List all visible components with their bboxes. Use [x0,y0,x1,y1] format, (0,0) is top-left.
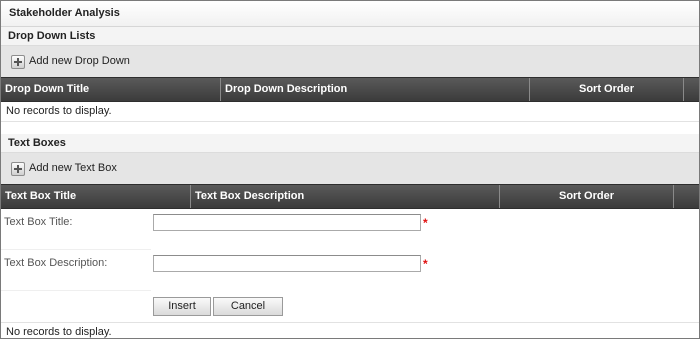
insert-button[interactable]: Insert [153,297,211,316]
add-textbox-button[interactable]: Add new Text Box [11,153,117,184]
dropdown-no-records: No records to display. [1,102,699,122]
stakeholder-analysis-panel: Stakeholder Analysis Drop Down Lists Add… [0,0,700,339]
column-header-dropdown-title[interactable]: Drop Down Title [1,78,221,101]
plus-square-icon [11,161,25,176]
add-dropdown-label: Add new Drop Down [29,55,130,67]
column-header-textbox-title[interactable]: Text Box Title [1,185,191,208]
add-dropdown-button[interactable]: Add new Drop Down [11,46,130,77]
textbox-toolbar: Add new Text Box [1,152,699,184]
textbox-title-input[interactable] [153,214,421,231]
column-header-textbox-sort-order[interactable]: Sort Order [500,185,674,208]
page-title: Stakeholder Analysis [1,1,699,27]
textbox-grid-header: Text Box Title Text Box Description Sort… [1,184,699,209]
textbox-description-field-wrap: * [151,250,428,291]
column-header-textbox-description[interactable]: Text Box Description [191,185,500,208]
required-marker: * [423,215,428,230]
plus-square-icon [11,54,25,69]
column-header-dropdown-spacer [684,78,699,101]
textbox-title-field-wrap: * [151,209,428,250]
textbox-description-input[interactable] [153,255,421,272]
textbox-description-row: Text Box Description: * [1,250,699,291]
add-textbox-label: Add new Text Box [29,162,117,174]
form-actions: Insert Cancel [1,291,699,323]
dropdown-section-heading: Drop Down Lists [1,27,699,45]
textbox-title-label: Text Box Title: [1,209,151,250]
dropdown-toolbar: Add new Drop Down [1,45,699,77]
textbox-description-label: Text Box Description: [1,250,151,291]
required-marker: * [423,256,428,271]
cancel-button[interactable]: Cancel [213,297,283,316]
textbox-section-heading: Text Boxes [1,134,699,152]
column-header-textbox-spacer [674,185,699,208]
section-divider [1,122,699,134]
textbox-title-row: Text Box Title: * [1,209,699,250]
column-header-dropdown-description[interactable]: Drop Down Description [221,78,530,101]
dropdown-grid-header: Drop Down Title Drop Down Description So… [1,77,699,102]
textbox-no-records: No records to display. [1,323,699,338]
column-header-dropdown-sort-order[interactable]: Sort Order [530,78,684,101]
